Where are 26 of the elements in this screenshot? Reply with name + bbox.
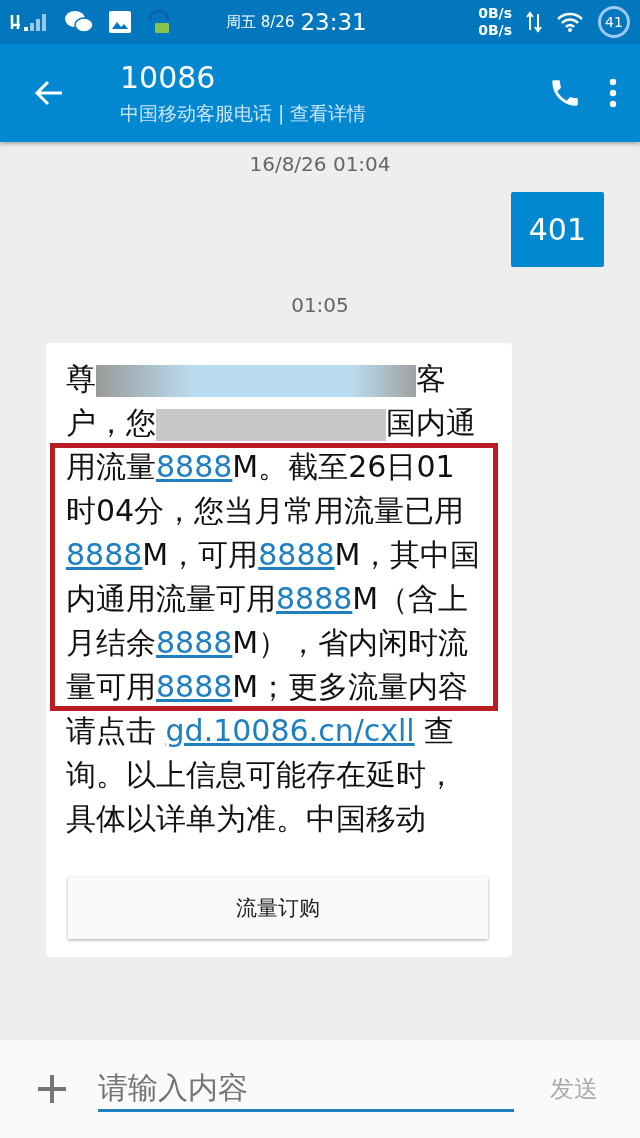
back-arrow-icon[interactable] (34, 80, 64, 106)
chat-bubbles-icon (64, 9, 94, 35)
message-text: 尊 客户，您 国内通用流量8888M。截至26日01时04分，您当月常用流量已用 8888M，可用8888M，其中国内通用流量可用8888M（含上月结余8888M），省内闲时流量可用8888M；更多流量内容请点击 gd.10086.cn/cxll 查询。以上信息可能存在延时，具体以详单为准。中国移动 (66, 360, 482, 838)
more-menu-icon[interactable] (608, 78, 618, 108)
message-timestamp: 16/8/26 01:04 (249, 152, 391, 176)
download-speed: 0B/s (478, 22, 512, 39)
message-link[interactable]: 8888 (66, 537, 143, 572)
message-link[interactable]: 8888 (258, 537, 335, 572)
status-date: 周五 8/26 (226, 12, 295, 32)
message-timestamp: 01:05 (291, 293, 349, 317)
status-time: 23:31 (300, 9, 367, 35)
message-link[interactable]: 8888 (156, 669, 233, 704)
contact-details-link[interactable]: 中国移动客服电话 | 查看详情 (120, 100, 522, 127)
message-link[interactable]: 8888 (276, 581, 353, 616)
upload-speed: 0B/s (478, 5, 512, 22)
image-icon (108, 10, 132, 34)
message-link[interactable]: 8888 (156, 449, 233, 484)
data-arrows-icon (526, 10, 542, 34)
message-link[interactable]: 8888 (156, 625, 233, 660)
message-link[interactable]: gd.10086.cn/cxll (165, 713, 415, 748)
wifi-icon (556, 11, 584, 33)
plus-icon[interactable] (36, 1073, 68, 1105)
order-data-button[interactable]: 流量订购 (68, 877, 488, 939)
contact-number: 10086 (120, 59, 217, 95)
sent-message-bubble: 401 (510, 192, 604, 267)
battery-indicator: 41 (598, 6, 630, 38)
